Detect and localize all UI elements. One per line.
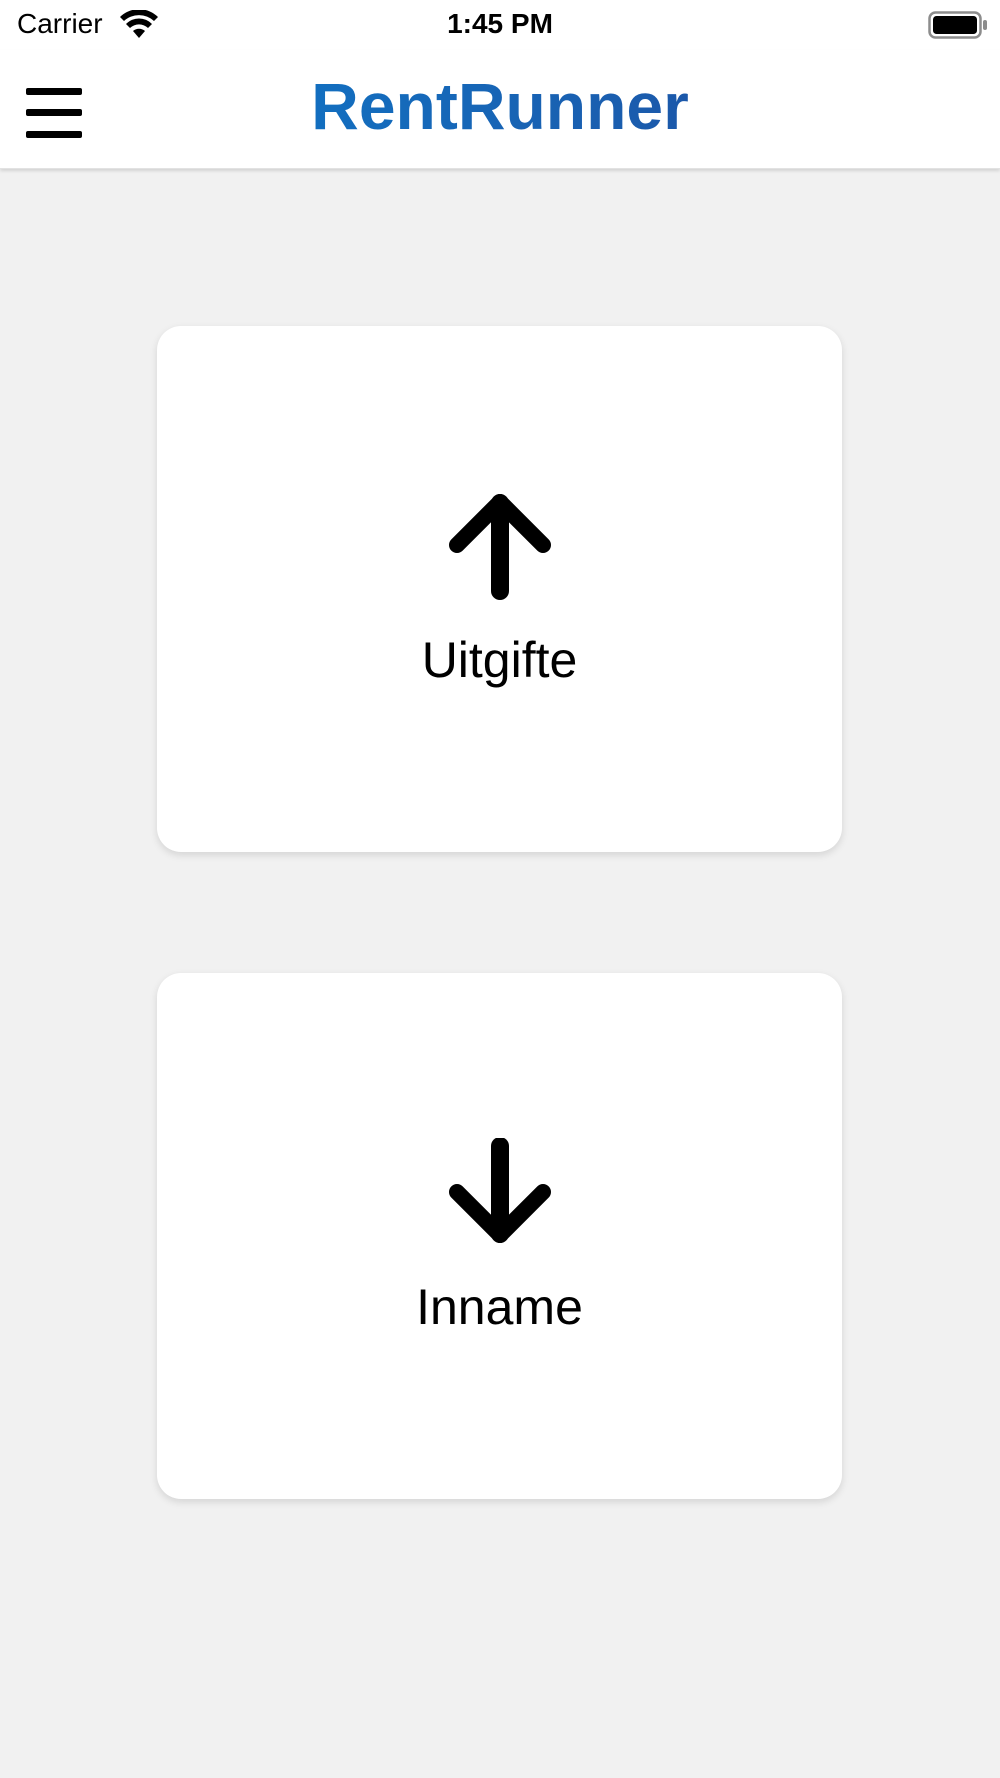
app-logo: RentRunner — [0, 68, 1000, 144]
uitgifte-card-button[interactable]: Uitgifte — [157, 326, 842, 852]
arrow-down-icon — [448, 1138, 551, 1243]
arrow-up-icon — [448, 494, 551, 600]
inname-card-button[interactable]: Inname — [157, 973, 842, 1499]
status-bar: Carrier 1:45 PM — [0, 0, 1000, 50]
navigation-bar: RentRunner — [0, 50, 1000, 169]
battery-icon — [928, 11, 987, 39]
uitgifte-label: Uitgifte — [421, 632, 578, 688]
status-time: 1:45 PM — [447, 8, 553, 39]
inname-label: Inname — [416, 1279, 583, 1335]
